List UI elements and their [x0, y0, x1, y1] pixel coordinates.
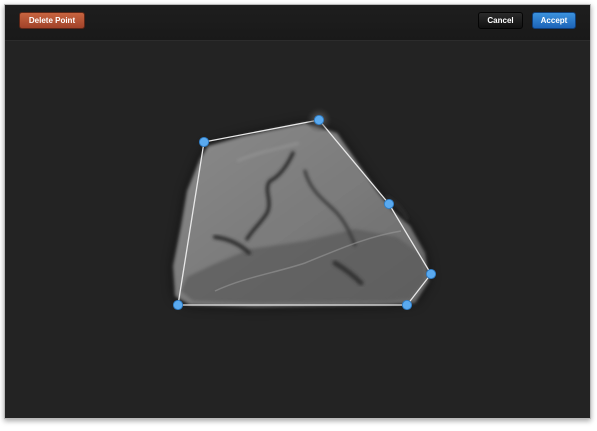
crop-handle-top[interactable]	[313, 114, 325, 126]
crop-handle-right[interactable]	[425, 268, 437, 280]
crop-handle-right-upper[interactable]	[383, 198, 395, 210]
crop-handle-top-left[interactable]	[198, 136, 210, 148]
cancel-button[interactable]: Cancel	[478, 12, 523, 29]
crop-canvas[interactable]	[5, 41, 591, 419]
rock-image	[173, 123, 429, 307]
delete-point-button[interactable]: Delete Point	[19, 12, 85, 29]
toolbar: Delete Point Cancel Accept	[5, 5, 590, 41]
accept-button[interactable]: Accept	[532, 12, 576, 29]
crop-handle-bottom-left[interactable]	[172, 299, 184, 311]
crop-handle-bottom-right[interactable]	[401, 299, 413, 311]
crop-editor-window: Delete Point Cancel Accept	[4, 4, 591, 419]
